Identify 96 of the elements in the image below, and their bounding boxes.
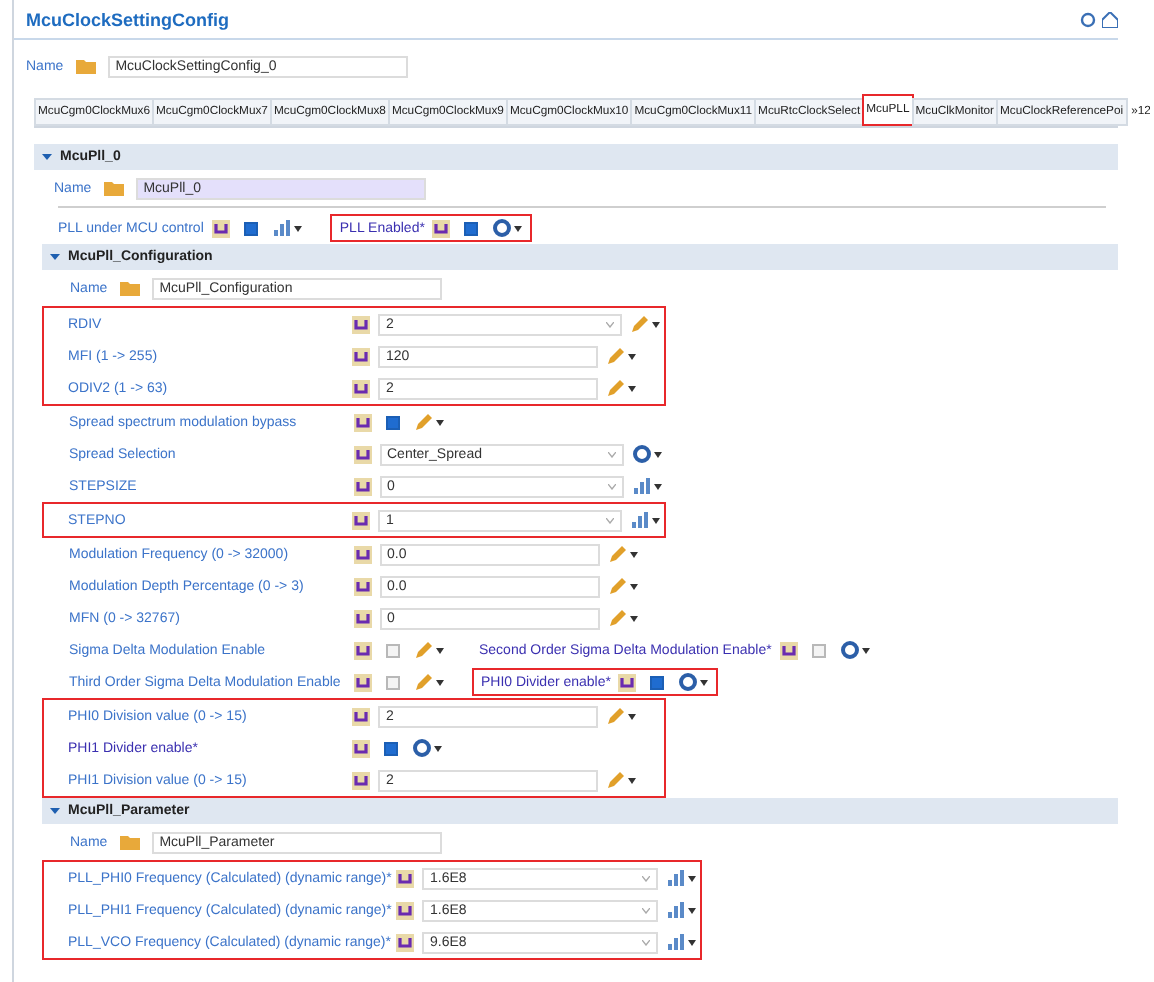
- action-menu-button[interactable]: [413, 640, 443, 660]
- caret-icon: [514, 225, 523, 231]
- caret-icon: [688, 939, 696, 945]
- value-source-icon: [353, 413, 371, 431]
- pencil-icon: [413, 412, 433, 432]
- value-source-icon: [396, 869, 414, 887]
- chevron-icon: [642, 939, 650, 945]
- action-menu-button[interactable]: [271, 218, 302, 238]
- pencil-icon: [606, 706, 626, 726]
- caret-icon: [653, 483, 661, 489]
- action-menu-button[interactable]: [607, 576, 637, 596]
- action-menu-button[interactable]: [666, 900, 696, 920]
- value-source-icon: [352, 379, 370, 397]
- bar-chart-icon: [666, 932, 686, 952]
- caret-icon: [629, 615, 637, 621]
- caret-icon: [629, 583, 637, 589]
- value-source-icon: [352, 511, 370, 529]
- caret-icon: [293, 225, 302, 231]
- action-menu-button[interactable]: [666, 868, 696, 888]
- chevron-icon: [642, 875, 650, 881]
- checkbox[interactable]: [385, 643, 399, 657]
- caret-icon: [628, 385, 636, 391]
- value-source-icon: [352, 739, 370, 757]
- caret-icon: [629, 551, 637, 557]
- folder-icon: [119, 280, 140, 296]
- caret-icon: [434, 745, 442, 751]
- folder-icon: [75, 58, 96, 74]
- bar-chart-icon: [631, 476, 651, 496]
- chevron-icon: [606, 517, 614, 523]
- action-menu-button[interactable]: [678, 672, 709, 692]
- checkbox[interactable]: [384, 741, 398, 755]
- action-menu-button[interactable]: [630, 510, 660, 530]
- chevron-icon: [607, 451, 615, 457]
- value-source-icon: [352, 771, 370, 789]
- bar-chart-icon: [630, 510, 650, 530]
- pencil-icon: [606, 770, 626, 790]
- action-menu-button[interactable]: [839, 640, 870, 660]
- action-menu-button[interactable]: [492, 218, 523, 238]
- checkbox[interactable]: [385, 415, 399, 429]
- window-title: McuClockSettingConfig: [26, 9, 229, 29]
- caret-icon: [628, 777, 636, 783]
- value-source-icon: [353, 577, 371, 595]
- caret-icon: [435, 647, 443, 653]
- caret-icon: [435, 419, 443, 425]
- value-source-icon: [432, 219, 451, 237]
- checkbox[interactable]: [650, 675, 665, 689]
- chevron-icon: [642, 907, 650, 913]
- folder-icon: [119, 834, 140, 850]
- action-menu-button[interactable]: [606, 378, 636, 398]
- value-source-icon: [396, 933, 414, 951]
- checkbox[interactable]: [385, 675, 399, 689]
- action-menu-button[interactable]: [631, 476, 661, 496]
- action-menu-button[interactable]: [413, 672, 443, 692]
- caret-icon: [688, 907, 696, 913]
- folder-icon: [103, 180, 124, 196]
- chevron-icon: [607, 483, 615, 489]
- value-source-icon: [211, 219, 230, 237]
- caret-icon: [688, 875, 696, 881]
- value-source-icon: [353, 445, 371, 463]
- action-menu-button[interactable]: [630, 314, 660, 334]
- value-source-icon: [353, 545, 371, 563]
- bar-chart-icon: [666, 900, 686, 920]
- chevron-icon: [606, 321, 614, 327]
- caret-icon: [652, 321, 660, 327]
- bar-chart-icon: [271, 218, 292, 238]
- action-menu-button[interactable]: [413, 412, 443, 432]
- action-menu-button[interactable]: [607, 608, 637, 628]
- home-icon[interactable]: [1102, 11, 1118, 27]
- caret-icon: [652, 517, 660, 523]
- action-menu-button[interactable]: [606, 346, 636, 366]
- action-menu-button[interactable]: [606, 770, 636, 790]
- value-source-icon: [353, 609, 371, 627]
- checkbox[interactable]: [811, 643, 826, 657]
- caret-icon: [435, 679, 443, 685]
- value-source-icon: [396, 901, 414, 919]
- caret-icon: [861, 647, 870, 653]
- value-source-icon: [353, 673, 371, 691]
- action-menu-button[interactable]: [606, 706, 636, 726]
- action-menu-button[interactable]: [631, 444, 661, 464]
- checkbox[interactable]: [243, 221, 258, 235]
- bar-chart-icon: [666, 868, 686, 888]
- caret-icon: [628, 353, 636, 359]
- value-source-icon: [353, 641, 371, 659]
- value-source-icon: [353, 477, 371, 495]
- value-source-icon: [352, 315, 370, 333]
- action-menu-button[interactable]: [607, 544, 637, 564]
- caret-icon: [700, 679, 709, 685]
- value-source-icon: [618, 673, 637, 691]
- caret-icon: [653, 451, 661, 457]
- action-menu-button[interactable]: [666, 932, 696, 952]
- value-source-icon: [779, 641, 798, 659]
- value-source-icon: [352, 347, 370, 365]
- caret-icon: [628, 713, 636, 719]
- checkbox[interactable]: [464, 221, 479, 235]
- value-source-icon: [352, 707, 370, 725]
- action-menu-button[interactable]: [412, 738, 442, 758]
